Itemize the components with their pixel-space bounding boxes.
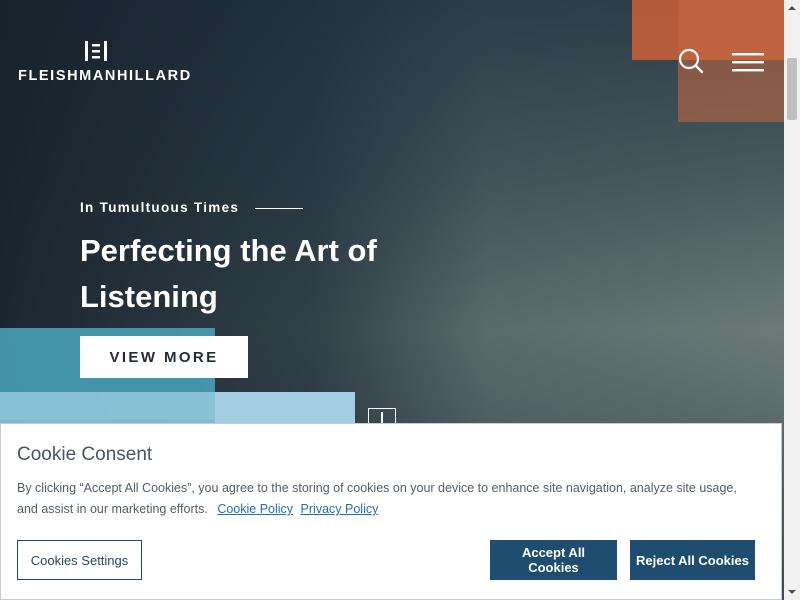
reject-all-cookies-button[interactable]: Reject All Cookies bbox=[630, 540, 755, 580]
search-icon[interactable] bbox=[678, 48, 704, 74]
hero-headline: Perfecting the Art of Listening bbox=[80, 233, 377, 314]
cookie-consent-banner: Cookie Consent By clicking “Accept All C… bbox=[0, 423, 782, 600]
logo-text: FLEISHMANHILLARD bbox=[18, 68, 192, 84]
hamburger-menu-icon[interactable] bbox=[732, 52, 764, 72]
cookie-banner-title: Cookie Consent bbox=[17, 444, 153, 465]
slide-indicator-icon[interactable] bbox=[368, 408, 396, 424]
accept-all-cookies-button[interactable]: Accept All Cookies bbox=[490, 540, 617, 580]
scroll-up-arrow-icon[interactable] bbox=[784, 0, 800, 16]
cookie-policy-link[interactable]: Cookie Policy bbox=[217, 502, 293, 516]
hero-eyebrow: In Tumultuous Times bbox=[80, 200, 240, 215]
scroll-down-arrow-icon[interactable] bbox=[784, 584, 800, 600]
page-scrollbar[interactable] bbox=[784, 0, 800, 600]
scrollbar-thumb[interactable] bbox=[787, 58, 797, 120]
privacy-policy-link[interactable]: Privacy Policy bbox=[301, 502, 379, 516]
cookie-banner-body: By clicking “Accept All Cookies”, you ag… bbox=[17, 478, 757, 520]
eyebrow-divider bbox=[255, 208, 303, 209]
cookies-settings-button[interactable]: Cookies Settings bbox=[17, 540, 142, 580]
view-more-button[interactable]: VIEW MORE bbox=[80, 336, 248, 378]
logo-mark-icon bbox=[85, 41, 107, 61]
